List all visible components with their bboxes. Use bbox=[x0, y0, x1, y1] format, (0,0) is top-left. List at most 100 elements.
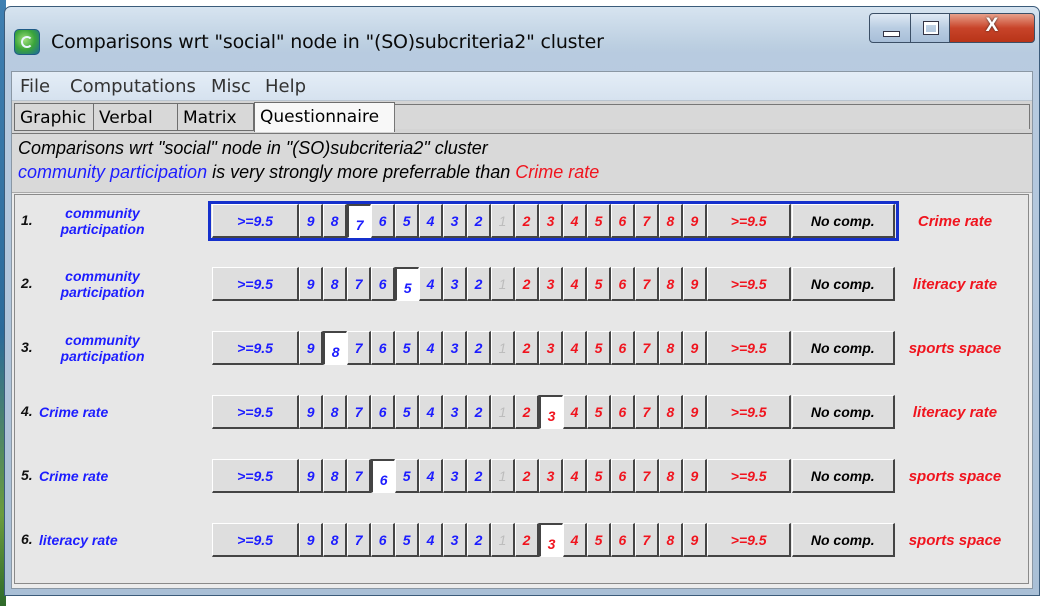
scale-button-l3[interactable]: 3 bbox=[443, 459, 467, 493]
scale-button-r8[interactable]: 8 bbox=[658, 459, 683, 493]
scale-button-l9[interactable]: 9 bbox=[299, 459, 324, 493]
scale-button-r5[interactable]: 5 bbox=[587, 395, 611, 429]
scale-button-l9[interactable]: 9 bbox=[299, 395, 324, 429]
tab-questionnaire[interactable]: Questionnaire bbox=[254, 102, 395, 132]
scale-button-r8[interactable]: 8 bbox=[658, 204, 683, 238]
tab-matrix[interactable]: Matrix bbox=[177, 103, 254, 131]
scale-button-l4[interactable]: 4 bbox=[419, 267, 443, 301]
scale-button-l2[interactable]: 2 bbox=[467, 331, 491, 365]
scale-button-r9.5[interactable]: >=9.5 bbox=[706, 204, 792, 238]
scale-button-r6[interactable]: 6 bbox=[610, 523, 635, 557]
scale-button-l9.5[interactable]: >=9.5 bbox=[212, 204, 300, 238]
scale-button-l5[interactable]: 5 bbox=[395, 459, 420, 493]
scale-button-l8[interactable]: 8 bbox=[323, 459, 348, 493]
scale-button-l7[interactable]: 7 bbox=[347, 459, 372, 493]
scale-button-l6[interactable]: 6 bbox=[371, 204, 396, 238]
scale-button-r5[interactable]: 5 bbox=[587, 267, 611, 301]
scale-button-c1[interactable]: 1 bbox=[491, 331, 515, 365]
scale-button-l7[interactable]: 7 bbox=[347, 395, 372, 429]
scale-button-l2[interactable]: 2 bbox=[467, 459, 491, 493]
scale-button-nc[interactable]: No comp. bbox=[791, 459, 895, 493]
scale-button-r8[interactable]: 8 bbox=[658, 523, 683, 557]
scale-button-r8[interactable]: 8 bbox=[658, 395, 683, 429]
scale-button-nc[interactable]: No comp. bbox=[791, 331, 895, 365]
scale-button-r4[interactable]: 4 bbox=[563, 395, 587, 429]
scale-button-r3[interactable]: 3 bbox=[539, 523, 563, 557]
scale-button-r6[interactable]: 6 bbox=[610, 204, 635, 238]
scale-button-r6[interactable]: 6 bbox=[610, 395, 635, 429]
scale-button-l2[interactable]: 2 bbox=[467, 523, 491, 557]
tab-verbal[interactable]: Verbal bbox=[93, 103, 178, 131]
scale-button-r7[interactable]: 7 bbox=[634, 395, 659, 429]
scale-button-l7[interactable]: 7 bbox=[347, 331, 372, 365]
scale-button-r9[interactable]: 9 bbox=[682, 459, 707, 493]
scale-button-l3[interactable]: 3 bbox=[443, 523, 467, 557]
scale-button-l2[interactable]: 2 bbox=[467, 204, 491, 238]
scale-button-r9[interactable]: 9 bbox=[682, 331, 707, 365]
scale-button-l9.5[interactable]: >=9.5 bbox=[212, 267, 300, 301]
scale-button-r2[interactable]: 2 bbox=[515, 331, 539, 365]
scale-button-c1[interactable]: 1 bbox=[491, 204, 515, 238]
scale-button-r8[interactable]: 8 bbox=[658, 331, 683, 365]
scale-button-l9[interactable]: 9 bbox=[299, 267, 324, 301]
scale-button-l4[interactable]: 4 bbox=[419, 331, 443, 365]
scale-button-r7[interactable]: 7 bbox=[634, 523, 659, 557]
scale-button-nc[interactable]: No comp. bbox=[791, 267, 895, 301]
scale-button-r7[interactable]: 7 bbox=[634, 204, 659, 238]
scale-button-r3[interactable]: 3 bbox=[539, 459, 563, 493]
scale-button-c1[interactable]: 1 bbox=[491, 395, 515, 429]
menu-misc[interactable]: Misc bbox=[211, 76, 251, 97]
scale-button-l8[interactable]: 8 bbox=[323, 267, 348, 301]
scale-button-r3[interactable]: 3 bbox=[539, 267, 563, 301]
scale-button-r9[interactable]: 9 bbox=[682, 267, 707, 301]
menu-file[interactable]: File bbox=[20, 76, 50, 97]
menu-computations[interactable]: Computations bbox=[70, 76, 196, 97]
scale-button-nc[interactable]: No comp. bbox=[791, 204, 895, 238]
scale-button-l9.5[interactable]: >=9.5 bbox=[212, 331, 300, 365]
scale-button-r2[interactable]: 2 bbox=[515, 267, 539, 301]
scale-button-l4[interactable]: 4 bbox=[419, 459, 443, 493]
scale-button-l6[interactable]: 6 bbox=[371, 459, 396, 493]
scale-button-l3[interactable]: 3 bbox=[443, 204, 467, 238]
scale-button-l4[interactable]: 4 bbox=[419, 523, 443, 557]
scale-button-l3[interactable]: 3 bbox=[443, 267, 467, 301]
scale-button-l5[interactable]: 5 bbox=[395, 204, 420, 238]
scale-button-r7[interactable]: 7 bbox=[634, 267, 659, 301]
scale-button-r3[interactable]: 3 bbox=[539, 204, 563, 238]
scale-button-r7[interactable]: 7 bbox=[634, 331, 659, 365]
scale-button-l7[interactable]: 7 bbox=[347, 523, 372, 557]
scale-button-l7[interactable]: 7 bbox=[347, 204, 372, 238]
scale-button-nc[interactable]: No comp. bbox=[791, 395, 895, 429]
minimize-button[interactable] bbox=[869, 13, 911, 43]
scale-button-l8[interactable]: 8 bbox=[323, 395, 348, 429]
scale-button-r5[interactable]: 5 bbox=[587, 204, 611, 238]
scale-button-l8[interactable]: 8 bbox=[323, 523, 348, 557]
scale-button-c1[interactable]: 1 bbox=[491, 459, 515, 493]
maximize-button[interactable] bbox=[910, 13, 950, 43]
scale-button-r9.5[interactable]: >=9.5 bbox=[706, 267, 792, 301]
scale-button-l5[interactable]: 5 bbox=[395, 523, 420, 557]
scale-button-l9[interactable]: 9 bbox=[299, 204, 324, 238]
scale-button-r9[interactable]: 9 bbox=[682, 204, 707, 238]
scale-button-l9.5[interactable]: >=9.5 bbox=[212, 395, 300, 429]
scale-button-l6[interactable]: 6 bbox=[371, 395, 396, 429]
close-button[interactable]: X bbox=[949, 13, 1035, 43]
scale-button-r6[interactable]: 6 bbox=[610, 267, 635, 301]
scale-button-r9.5[interactable]: >=9.5 bbox=[706, 459, 792, 493]
scale-button-l4[interactable]: 4 bbox=[419, 204, 443, 238]
scale-button-l3[interactable]: 3 bbox=[443, 395, 467, 429]
scale-button-r6[interactable]: 6 bbox=[610, 459, 635, 493]
scale-button-l9[interactable]: 9 bbox=[299, 523, 324, 557]
scale-button-r8[interactable]: 8 bbox=[658, 267, 683, 301]
scale-button-l5[interactable]: 5 bbox=[395, 395, 420, 429]
scale-button-l6[interactable]: 6 bbox=[371, 331, 396, 365]
scale-button-r5[interactable]: 5 bbox=[587, 331, 611, 365]
scale-button-l9.5[interactable]: >=9.5 bbox=[212, 459, 300, 493]
scale-button-c1[interactable]: 1 bbox=[491, 267, 515, 301]
scale-button-r9[interactable]: 9 bbox=[682, 395, 707, 429]
scale-button-l9[interactable]: 9 bbox=[299, 331, 324, 365]
menu-help[interactable]: Help bbox=[265, 76, 306, 97]
scale-button-l6[interactable]: 6 bbox=[371, 523, 396, 557]
scale-button-r9.5[interactable]: >=9.5 bbox=[706, 331, 792, 365]
scale-button-r9[interactable]: 9 bbox=[682, 523, 707, 557]
